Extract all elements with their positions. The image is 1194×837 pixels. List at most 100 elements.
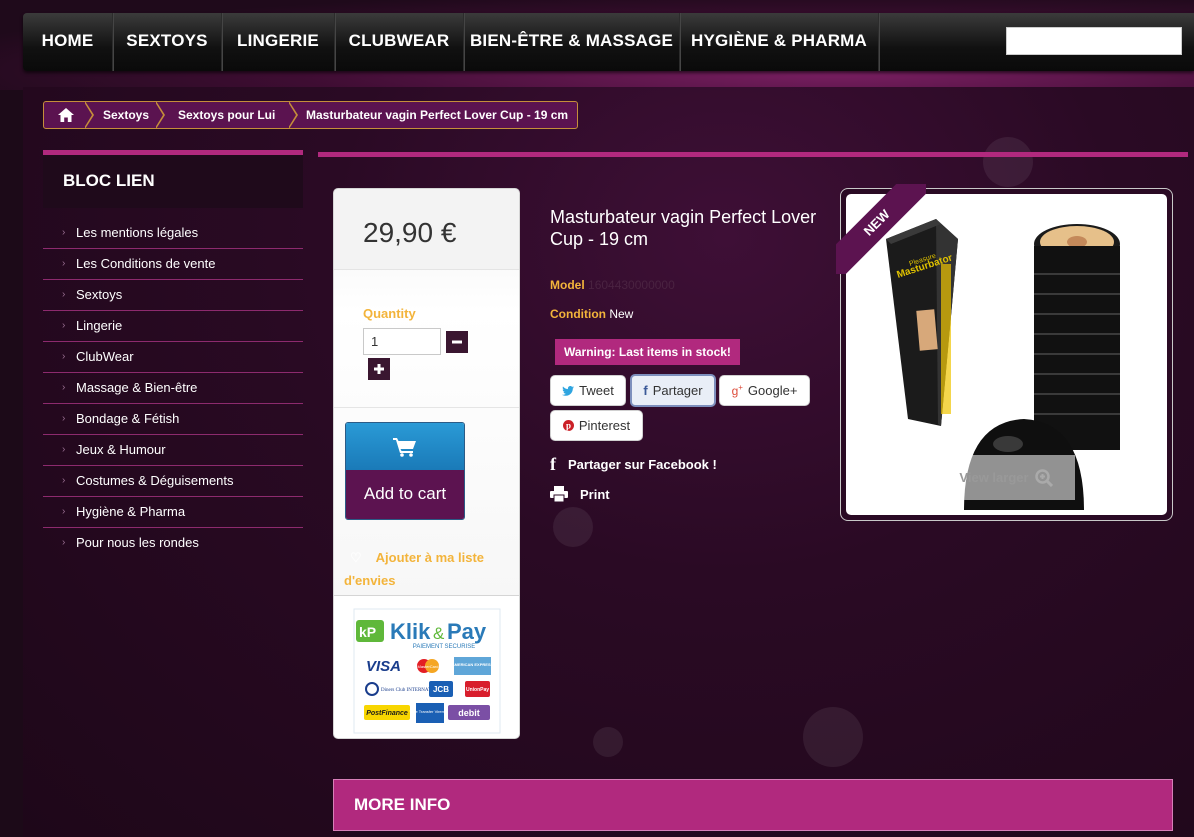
condition-label: Condition <box>550 307 606 321</box>
price-area: 29,90 € <box>334 189 519 270</box>
svg-text:debit: debit <box>458 708 480 718</box>
plus-icon <box>374 364 384 374</box>
model-label: Model <box>550 278 585 292</box>
svg-text:MasterCard: MasterCard <box>418 664 439 669</box>
product-price: 29,90 € <box>363 217 457 248</box>
condition-value: New <box>609 307 634 321</box>
print-link[interactable]: Print <box>550 486 610 502</box>
new-badge-label: NEW <box>836 184 926 274</box>
heart-icon: ♡ <box>350 550 362 565</box>
sidebar-link-hygiene[interactable]: › Hygiène & Pharma <box>43 497 303 528</box>
chevron-right-icon: › <box>62 475 66 486</box>
svg-text:Wire Transfer Virement: Wire Transfer Virement <box>409 709 451 714</box>
product-title: Masturbateur vagin Perfect Lover Cup - 1… <box>550 207 817 249</box>
breadcrumb-sextoys[interactable]: Sextoys <box>103 102 149 128</box>
nav-clubwear[interactable]: CLUBWEAR <box>335 13 464 71</box>
minus-icon <box>452 340 462 344</box>
view-larger-button[interactable]: View larger <box>937 455 1075 500</box>
sidebar-link-rondes[interactable]: › Pour nous les rondes <box>43 528 303 559</box>
tweet-button[interactable]: Tweet <box>550 375 626 406</box>
sidebar-title: BLOC LIEN <box>43 150 303 208</box>
sidebar-link-sextoys[interactable]: › Sextoys <box>43 280 303 311</box>
print-label: Print <box>580 486 610 502</box>
facebook-icon: f <box>550 454 556 474</box>
chevron-right-icon: › <box>62 537 66 548</box>
view-larger-label: View larger <box>959 470 1029 485</box>
google-plus-button[interactable]: g+ Google+ <box>719 375 810 406</box>
share-on-facebook-link[interactable]: f Partager sur Facebook ! <box>550 454 717 475</box>
sidebar-link-list: › Les mentions légales › Les Conditions de… <box>43 218 303 559</box>
svg-text:PostFinance: PostFinance <box>366 710 408 717</box>
sidebar-link-label: Lingerie <box>76 318 123 333</box>
add-to-cart-button[interactable]: Add to cart <box>345 422 465 520</box>
buy-box-panel: 29,90 € Quantity Add to cart ♡Ajouter à … <box>333 188 520 596</box>
nav-lingerie[interactable]: LINGERIE <box>222 13 335 71</box>
svg-text:PAIEMENT SECURISE: PAIEMENT SECURISE <box>413 644 475 650</box>
sidebar-link-massage[interactable]: › Massage & Bien-être <box>43 373 303 404</box>
stock-warning-badge: Warning: Last items in stock! <box>555 339 740 365</box>
sidebar-link-conditions-vente[interactable]: › Les Conditions de vente <box>43 249 303 280</box>
search-input[interactable] <box>1006 27 1182 55</box>
facebook-share-label: Partager <box>652 383 703 398</box>
quantity-decrease-button[interactable] <box>446 331 468 353</box>
sidebar-link-clubwear[interactable]: › ClubWear <box>43 342 303 373</box>
chevron-right-icon: › <box>62 320 66 331</box>
breadcrumb-separator <box>288 101 298 129</box>
model-value: 1604430000000 <box>588 278 675 292</box>
svg-text:kP: kP <box>359 624 376 640</box>
pinterest-button[interactable]: p Pinterest <box>550 410 643 441</box>
payment-methods-logo: kP Klik & Pay PAIEMENT SECURISE VISA Mas… <box>333 596 520 739</box>
breadcrumb-separator <box>84 101 94 129</box>
sidebar-link-label: Pour nous les rondes <box>76 535 199 550</box>
google-plus-icon: g+ <box>731 383 743 398</box>
new-badge: NEW <box>836 184 926 274</box>
nav-sextoys[interactable]: SEXTOYS <box>113 13 222 71</box>
facebook-icon: f <box>643 383 648 398</box>
breadcrumb-separator <box>155 101 165 129</box>
chevron-right-icon: › <box>62 444 66 455</box>
google-plus-label: Google+ <box>747 383 798 398</box>
add-to-wishlist-link[interactable]: ♡ Ajouter à ma liste d'envies <box>344 546 514 592</box>
sidebar-link-label: Bondage & Fétish <box>76 411 180 426</box>
svg-text:&: & <box>433 624 445 643</box>
svg-text:Pay: Pay <box>447 619 487 644</box>
sidebar-link-label: Les mentions légales <box>76 225 199 240</box>
nav-bien-etre-massage[interactable]: BIEN-ÊTRE & MASSAGE <box>464 13 680 71</box>
breadcrumb-home-link[interactable] <box>44 102 88 128</box>
zoom-in-icon <box>1034 468 1053 487</box>
cart-icon <box>393 437 416 457</box>
svg-text:UnionPay: UnionPay <box>466 687 489 693</box>
facebook-share-button[interactable]: f Partager <box>630 374 716 407</box>
chevron-right-icon: › <box>62 351 66 362</box>
chevron-right-icon: › <box>62 227 66 238</box>
home-icon <box>58 108 74 122</box>
nav-home[interactable]: HOME <box>23 13 113 71</box>
chevron-right-icon: › <box>62 506 66 517</box>
svg-text:VISA: VISA <box>366 658 401 675</box>
nav-hygiene-pharma[interactable]: HYGIÈNE & PHARMA <box>680 13 879 71</box>
wishlist-label: Ajouter à ma liste d'envies <box>344 550 485 588</box>
more-info-header[interactable]: MORE INFO <box>333 779 1173 831</box>
quantity-label: Quantity <box>363 306 416 321</box>
sidebar-link-mentions-legales[interactable]: › Les mentions légales <box>43 218 303 249</box>
sidebar-link-costumes[interactable]: › Costumes & Déguisements <box>43 466 303 497</box>
sidebar-link-label: Costumes & Déguisements <box>76 473 234 488</box>
sidebar-link-lingerie[interactable]: › Lingerie <box>43 311 303 342</box>
chevron-right-icon: › <box>62 413 66 424</box>
sidebar: BLOC LIEN › Les mentions légales › Les Con… <box>43 150 303 559</box>
quantity-increase-button[interactable] <box>368 358 390 380</box>
add-to-cart-label: Add to cart <box>346 470 464 519</box>
divider <box>334 407 519 408</box>
cart-icon-area <box>346 423 464 470</box>
pinterest-label: Pinterest <box>578 418 631 433</box>
tweet-label: Tweet <box>579 383 614 398</box>
sidebar-link-bondage[interactable]: › Bondage & Fétish <box>43 404 303 435</box>
svg-text:p: p <box>566 421 571 431</box>
chevron-right-icon: › <box>62 289 66 300</box>
svg-text:JCB: JCB <box>433 685 449 694</box>
sidebar-link-jeux[interactable]: › Jeux & Humour <box>43 435 303 466</box>
quantity-input[interactable] <box>363 328 441 355</box>
breadcrumb-sextoys-pour-lui[interactable]: Sextoys pour Lui <box>178 102 275 128</box>
sidebar-link-label: Hygiène & Pharma <box>76 504 186 519</box>
breadcrumb: Sextoys Sextoys pour Lui Masturbateur va… <box>43 101 578 129</box>
